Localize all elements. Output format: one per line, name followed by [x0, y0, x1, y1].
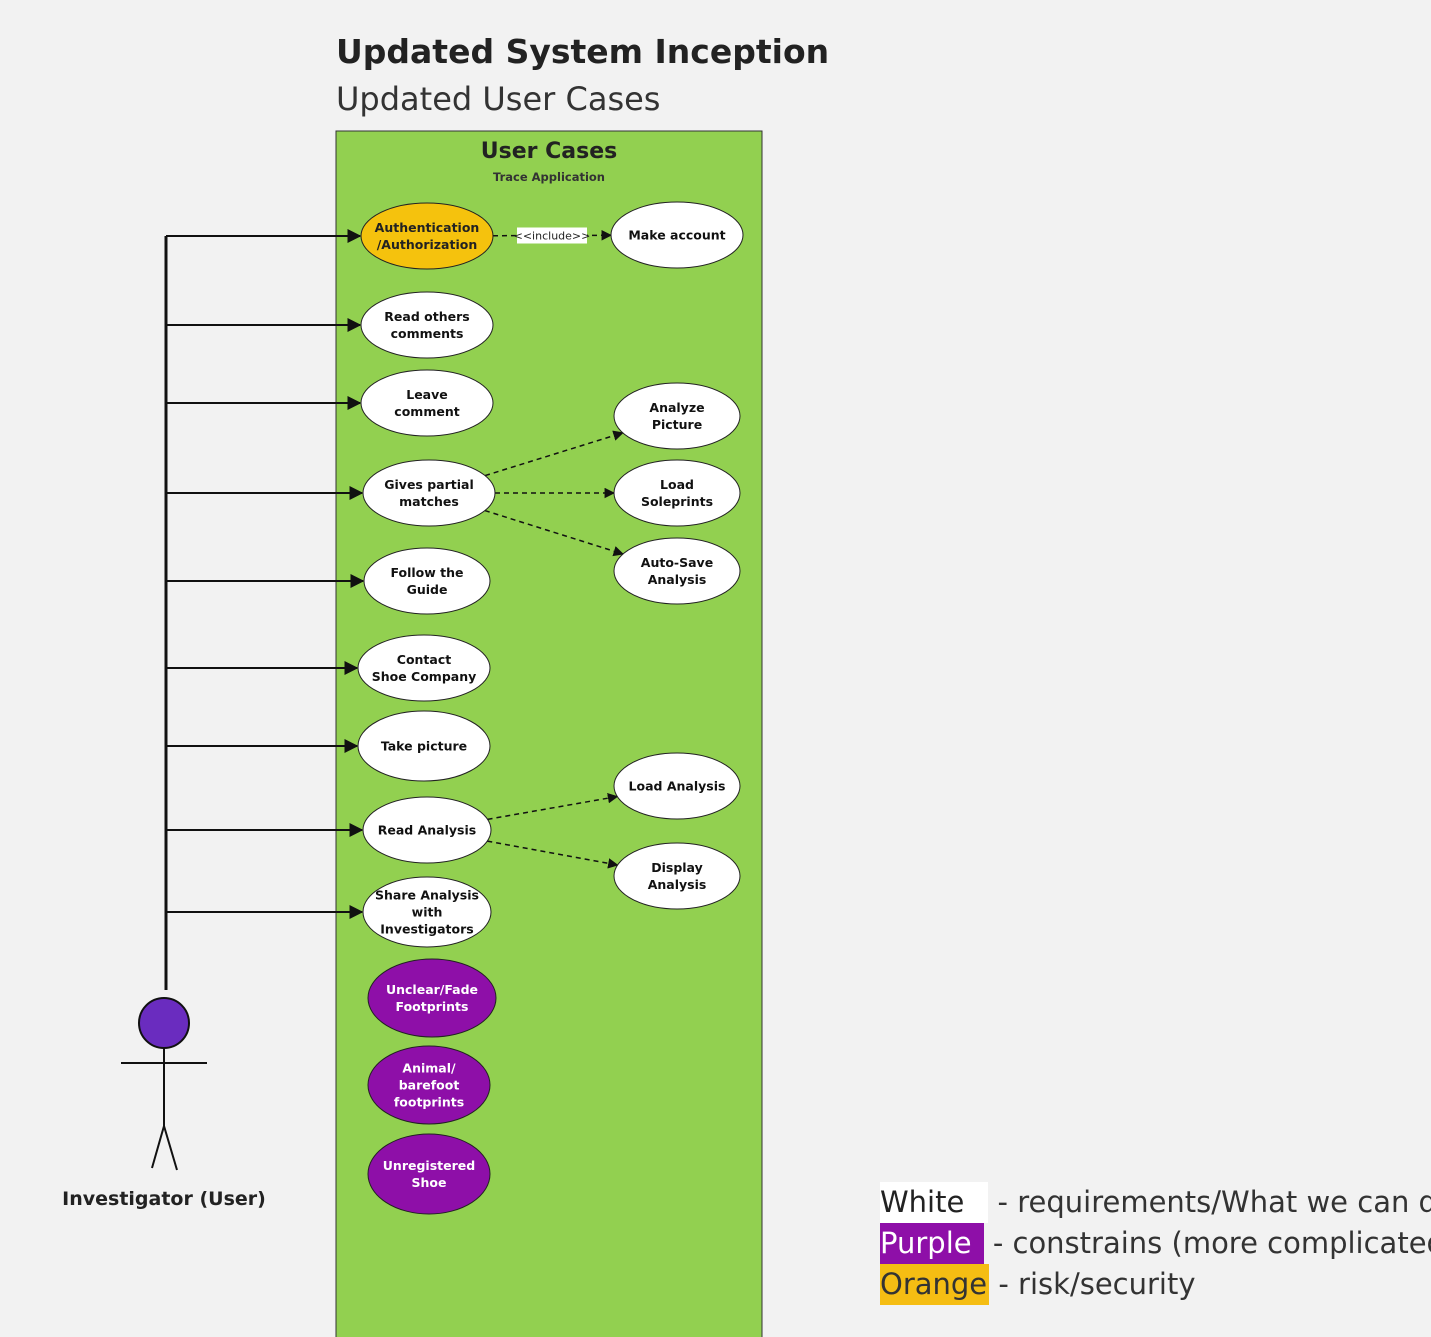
use-case-label: Make account: [628, 228, 725, 243]
use-case-leave-comment[interactable]: Leave comment: [360, 369, 494, 437]
use-case-auth[interactable]: Authentication/Authorization: [360, 202, 494, 270]
use-case-partial-matches[interactable]: Gives partial matches: [362, 459, 496, 527]
use-case-label: Load Analysis: [629, 779, 726, 794]
use-case-label: Take picture: [381, 739, 467, 754]
use-case-label: Investigators: [380, 922, 473, 937]
legend: White - requirements/What we can do Purp…: [880, 1182, 1431, 1305]
use-case-take-picture[interactable]: Take picture: [357, 710, 491, 782]
use-case-display-analysis[interactable]: Display Analysis: [613, 842, 741, 910]
use-case-label: comments: [391, 326, 464, 341]
use-case-label: Display: [651, 860, 703, 875]
use-case-read-analysis[interactable]: Read Analysis: [362, 796, 492, 864]
use-case-ellipse: [360, 369, 494, 437]
use-case-label: Unclear/Fade: [386, 982, 478, 997]
use-case-label: Share Analysis: [375, 888, 479, 903]
legend-text-orange: - risk/security: [998, 1267, 1196, 1301]
use-case-label: Picture: [652, 417, 702, 432]
use-case-ellipse: [613, 459, 741, 527]
use-case-follow-guide[interactable]: Follow the Guide: [363, 547, 491, 615]
use-case-label: with: [412, 905, 443, 920]
use-case-load-soleprints[interactable]: Load Soleprints: [613, 459, 741, 527]
actor-label: Investigator (User): [62, 1188, 266, 1210]
legend-swatch-white: White: [880, 1182, 989, 1223]
legend-swatch-purple: Purple: [880, 1223, 984, 1264]
use-case-make-account[interactable]: Make account: [610, 201, 744, 269]
use-case-label: Follow the: [390, 565, 463, 580]
use-case-label: Analyze: [649, 400, 704, 415]
include-label: <<include>>: [514, 230, 591, 243]
stick-figure-icon: [121, 997, 207, 1171]
use-case-label: Gives partial: [384, 477, 474, 492]
use-case-label: matches: [399, 494, 459, 509]
use-case-label: footprints: [394, 1095, 464, 1110]
use-case-ellipse: [367, 1133, 491, 1215]
use-case-label: Read Analysis: [378, 823, 476, 838]
use-case-label: Leave: [406, 387, 448, 402]
use-case-label: Shoe: [412, 1175, 447, 1190]
use-case-label: Shoe Company: [372, 669, 477, 684]
use-case-ellipse: [357, 634, 491, 702]
use-case-label: Authentication: [375, 220, 480, 235]
use-case-diagram: User Cases Trace Application <<include>>…: [62, 130, 763, 1337]
use-case-label: Footprints: [396, 999, 469, 1014]
use-case-unregistered-shoe[interactable]: Unregistered Shoe: [367, 1133, 491, 1215]
use-case-ellipse: [360, 291, 494, 359]
use-case-analyze-picture[interactable]: Analyze Picture: [613, 382, 741, 450]
legend-text-purple: - constrains (more complicated): [992, 1226, 1431, 1260]
use-case-label: Unregistered: [383, 1158, 475, 1173]
legend-row-white: White - requirements/What we can do: [880, 1182, 1431, 1223]
legend-row-orange: Orange - risk/security: [880, 1264, 1431, 1305]
use-case-label: Animal/: [402, 1061, 456, 1076]
use-case-label: barefoot: [399, 1078, 460, 1093]
use-case-label: Contact: [397, 652, 451, 667]
use-case-label: Soleprints: [641, 494, 713, 509]
use-case-read-comments[interactable]: Read others comments: [360, 291, 494, 359]
use-case-unclear-footprints[interactable]: Unclear/Fade Footprints: [367, 958, 497, 1038]
links-layer: [164, 229, 365, 990]
legend-swatch-orange: Orange: [880, 1264, 990, 1305]
system-subtitle: Trace Application: [493, 170, 605, 184]
use-case-label: Read others: [384, 309, 469, 324]
use-case-label: Auto-Save: [641, 555, 713, 570]
legend-text-white: - requirements/What we can do: [997, 1185, 1431, 1219]
use-case-animal-footprints[interactable]: Animal/barefoot footprints: [367, 1045, 491, 1125]
use-case-ellipse: [367, 958, 497, 1038]
use-case-ellipse: [613, 382, 741, 450]
system-title: User Cases: [481, 139, 618, 164]
use-case-ellipse: [613, 537, 741, 605]
use-case-auto-save[interactable]: Auto-Save Analysis: [613, 537, 741, 605]
use-case-label: /Authorization: [377, 237, 478, 252]
use-case-ellipse: [362, 459, 496, 527]
use-case-ellipse: [363, 547, 491, 615]
use-case-label: comment: [394, 404, 459, 419]
use-case-label: Analysis: [648, 572, 707, 587]
use-case-ellipse: [613, 842, 741, 910]
use-case-label: Guide: [407, 582, 448, 597]
use-case-load-analysis[interactable]: Load Analysis: [613, 752, 741, 820]
use-case-label: Load: [660, 477, 694, 492]
use-case-ellipse: [360, 202, 494, 270]
use-case-contact-company[interactable]: Contact Shoe Company: [357, 634, 491, 702]
use-case-share-analysis[interactable]: Share Analysis with Investigators: [362, 876, 492, 948]
legend-row-purple: Purple - constrains (more complicated): [880, 1223, 1431, 1264]
use-case-label: Analysis: [648, 877, 707, 892]
